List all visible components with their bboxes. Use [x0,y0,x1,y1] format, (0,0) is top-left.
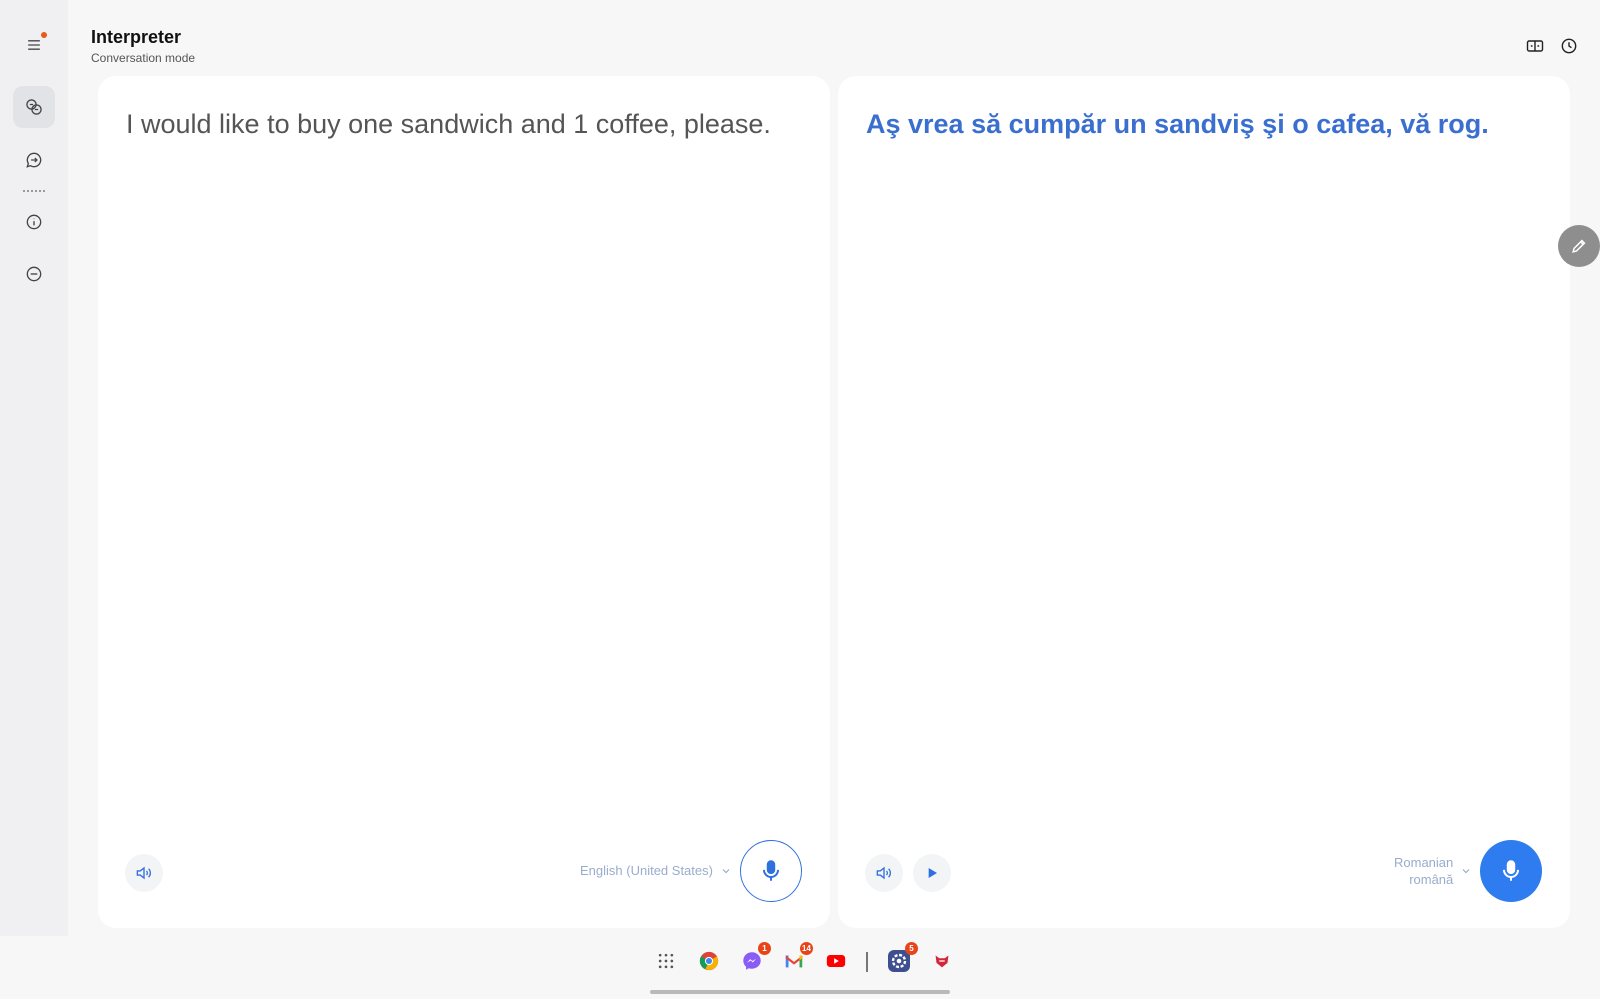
source-text[interactable]: I would like to buy one sandwich and 1 c… [126,106,802,142]
speaker-icon [136,866,151,880]
edit-button[interactable] [1558,225,1600,267]
target-speaker-button[interactable] [865,854,903,892]
chevron-down-icon [722,868,730,873]
history-icon [1561,38,1577,54]
minus-circle-icon [26,266,42,282]
microphone-icon [762,860,780,881]
dock-divider [866,952,868,972]
source-language-label: English (United States) [580,863,713,878]
app-subtitle: Conversation mode [91,51,196,65]
taskbar-dock: 1 14 5 [0,942,1600,978]
source-mic-button[interactable] [740,840,802,902]
navigation-rail [0,0,68,936]
pencil-icon [1572,239,1586,253]
notification-badge: 14 [800,942,813,955]
notification-dot [41,32,47,38]
info-icon [26,214,42,230]
translated-text[interactable]: Aş vrea să cumpăr un sandviş şi o cafea,… [866,106,1542,142]
source-language-selector[interactable]: English (United States) [580,863,731,878]
speaker-icon [876,866,891,880]
home-indicator[interactable] [650,990,950,994]
dock-settings[interactable]: 5 [886,942,918,974]
chat-mode-button[interactable] [13,139,55,181]
target-language-native-label: română [1409,872,1454,887]
target-language-label: Romanian [1394,855,1454,870]
rail-separator [23,190,45,192]
dock-samsung-app[interactable] [929,948,955,974]
notification-badge: 5 [905,942,918,955]
dock-apps[interactable] [653,948,679,974]
apps-grid-icon [658,953,674,969]
info-button[interactable] [13,201,55,243]
target-mic-button[interactable] [1480,840,1542,902]
microphone-icon [1502,860,1520,881]
minimize-button[interactable] [13,253,55,295]
dock-youtube[interactable] [823,948,849,974]
source-panel: I would like to buy one sandwich and 1 c… [98,76,830,928]
conversation-mode-button[interactable] [13,86,55,128]
translate-chat-icon [26,99,42,115]
notification-badge: 1 [758,942,771,955]
play-button[interactable] [913,854,951,892]
menu-button[interactable] [13,24,55,66]
chrome-icon [699,951,719,971]
app-title: Interpreter [91,27,182,47]
split-view-button[interactable] [1523,34,1547,58]
youtube-icon [826,955,846,967]
dock-messenger[interactable]: 1 [739,942,771,974]
menu-icon [28,40,40,50]
target-language-selector[interactable]: Romanian română [1394,854,1471,888]
split-view-icon [1526,40,1544,52]
chat-arrow-icon [26,152,42,168]
source-speaker-button[interactable] [125,854,163,892]
chevron-down-icon [1462,869,1470,874]
target-panel: Aş vrea să cumpăr un sandviş şi o cafea,… [838,76,1570,928]
app-icon [935,955,949,968]
play-icon [928,868,937,878]
dock-gmail[interactable]: 14 [781,942,813,974]
history-button[interactable] [1557,34,1581,58]
dock-chrome[interactable] [696,948,722,974]
